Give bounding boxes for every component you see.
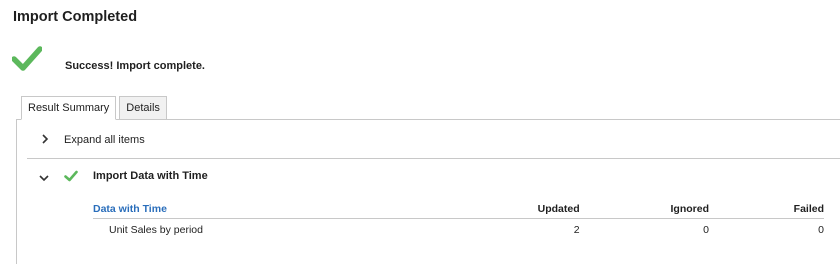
chevron-right-icon[interactable] (41, 134, 49, 144)
row-failed: 0 (818, 223, 824, 236)
column-header-failed: Failed (709, 200, 824, 219)
tab-bar: Result Summary Details (21, 96, 170, 120)
table-row: Unit Sales by period 2 0 0 (93, 219, 824, 241)
tab-result-summary[interactable]: Result Summary (21, 96, 117, 120)
result-table: Data with Time Updated Ignored Failed Un… (93, 200, 824, 240)
column-header-ignored: Ignored (579, 200, 709, 219)
group-label: Import Data with Time (93, 170, 208, 182)
expand-all-label[interactable]: Expand all items (64, 134, 145, 146)
row-name: Unit Sales by period (109, 223, 203, 236)
import-group-row[interactable]: Import Data with Time (27, 159, 840, 195)
chevron-down-icon[interactable] (39, 174, 49, 182)
import-completed-page: Import Completed Success! Import complet… (0, 0, 840, 264)
result-summary-panel: Expand all items Import Data with Time D… (16, 119, 840, 264)
tab-details[interactable]: Details (119, 96, 167, 120)
column-header-data-with-time[interactable]: Data with Time (93, 200, 401, 219)
group-success-check-icon (64, 170, 78, 182)
row-updated: 2 (573, 223, 580, 236)
page-title: Import Completed (13, 9, 138, 25)
row-ignored: 0 (703, 223, 709, 236)
success-checkmark-icon (12, 46, 42, 71)
expand-all-row[interactable]: Expand all items (27, 120, 840, 159)
column-header-updated: Updated (401, 200, 580, 219)
success-message: Success! Import complete. (65, 60, 205, 72)
table-header-row: Data with Time Updated Ignored Failed (93, 200, 824, 219)
